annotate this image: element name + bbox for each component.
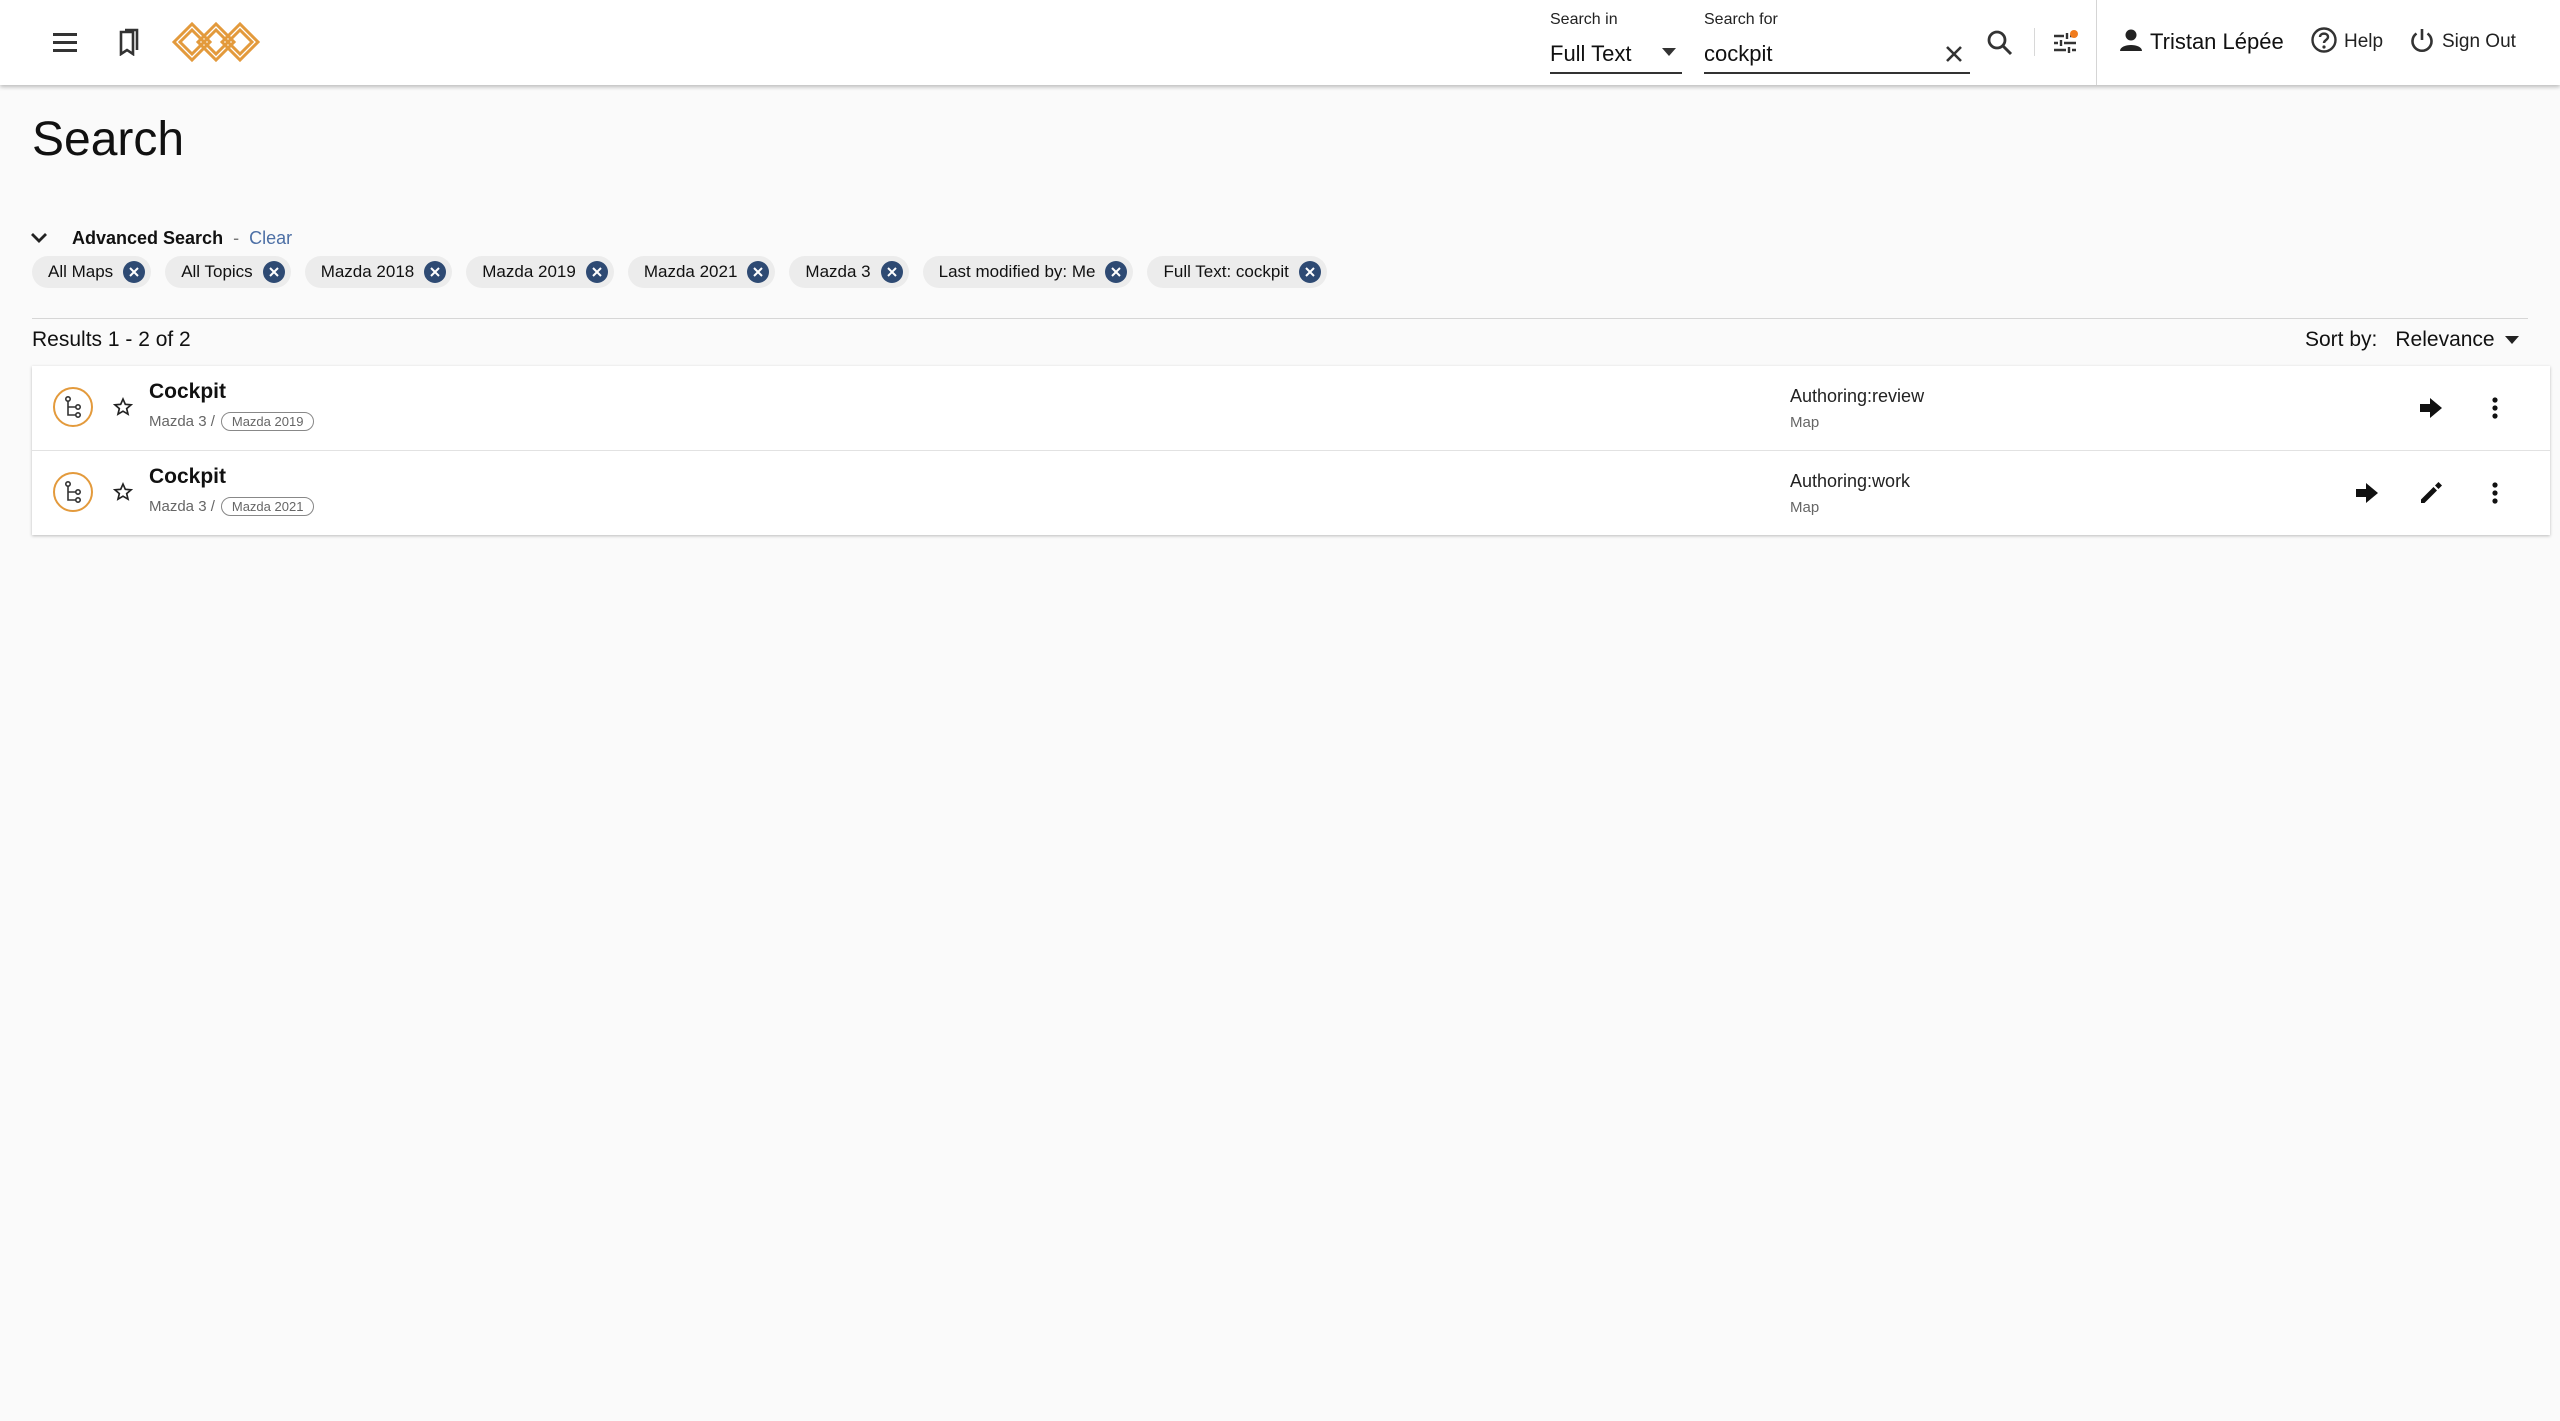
toolbar-divider	[2096, 0, 2097, 85]
filter-chip: Last modified by: Me	[922, 256, 1134, 288]
notification-dot	[2070, 30, 2078, 38]
result-path-text: Mazda 3 /	[149, 413, 215, 430]
star-outline-icon[interactable]	[110, 394, 136, 420]
help-button[interactable]: Help	[2310, 22, 2383, 62]
filter-chip: All Maps	[32, 256, 152, 288]
result-path-text: Mazda 3 /	[149, 498, 215, 515]
menu-icon[interactable]	[46, 23, 84, 61]
chip-label: Mazda 3	[805, 262, 871, 281]
result-tag: Mazda 2019	[220, 412, 315, 431]
top-app-bar: Search in Full Text Search for cockpit T…	[0, 0, 2560, 85]
result-path: Mazda 3 / Mazda 2019	[149, 412, 315, 431]
search-field	[1704, 36, 1970, 74]
filter-settings-icon[interactable]	[2046, 24, 2084, 62]
filter-chip: Mazda 2018	[304, 256, 453, 288]
advanced-search-title[interactable]: Advanced Search	[72, 228, 223, 249]
person-icon	[2118, 27, 2144, 58]
arrow-right-icon[interactable]	[2347, 473, 2387, 513]
map-tree-icon	[53, 387, 93, 427]
result-row[interactable]: Cockpit Mazda 3 / Mazda 2019 Authoring:r…	[32, 366, 2550, 451]
separator: -	[233, 227, 240, 248]
chip-label: All Maps	[48, 262, 114, 281]
help-circle-icon	[2310, 26, 2338, 59]
power-icon	[2408, 26, 2436, 59]
more-vertical-icon[interactable]	[2475, 388, 2515, 428]
clear-icon[interactable]	[1942, 42, 1966, 66]
chip-label: Last modified by: Me	[938, 262, 1096, 281]
help-label: Help	[2344, 31, 2384, 52]
user-menu-button[interactable]: Tristan Lépée	[2118, 22, 2284, 62]
result-status: Authoring:review	[1790, 386, 1925, 406]
user-name: Tristan Lépée	[2150, 29, 2284, 54]
sign-out-button[interactable]: Sign Out	[2408, 22, 2516, 62]
remove-chip-icon[interactable]	[747, 261, 770, 283]
bookmarks-icon[interactable]	[110, 23, 148, 61]
sort-control: Sort by: Relevance	[2305, 328, 2519, 352]
chip-label: Full Text: cockpit	[1163, 262, 1289, 281]
sort-select[interactable]: Relevance	[2395, 328, 2519, 352]
remove-chip-icon[interactable]	[1298, 261, 1321, 283]
result-path: Mazda 3 / Mazda 2021	[149, 497, 315, 516]
logo[interactable]	[170, 18, 266, 66]
filter-chips: All Maps All Topics Mazda 2018 Mazda 201…	[32, 256, 1327, 288]
arrow-right-icon[interactable]	[2411, 388, 2451, 428]
chip-label: Mazda 2021	[643, 262, 738, 281]
remove-chip-icon[interactable]	[1105, 261, 1128, 283]
search-icon[interactable]	[1981, 24, 2019, 62]
search-in-select[interactable]: Full Text	[1550, 36, 1682, 74]
filter-chip: Mazda 2019	[466, 256, 614, 288]
search-in-label: Search in	[1550, 11, 1618, 28]
toolbar-divider	[2034, 28, 2035, 56]
clear-filters-link[interactable]: Clear	[249, 228, 292, 249]
filter-chip: Mazda 3	[789, 256, 909, 288]
result-type: Map	[1790, 414, 1820, 431]
chip-label: Mazda 2018	[320, 262, 415, 281]
chevron-down-icon	[2504, 336, 2519, 344]
page-title: Search	[32, 113, 185, 166]
chevron-down-icon	[1662, 48, 1676, 56]
search-in-value: Full Text	[1550, 41, 1632, 66]
result-row[interactable]: Cockpit Mazda 3 / Mazda 2021 Authoring:w…	[32, 451, 2550, 535]
result-title[interactable]: Cockpit	[149, 380, 226, 404]
remove-chip-icon[interactable]	[262, 261, 285, 283]
remove-chip-icon[interactable]	[880, 261, 903, 283]
sign-out-label: Sign Out	[2442, 31, 2516, 52]
remove-chip-icon[interactable]	[424, 261, 447, 283]
map-tree-icon	[53, 472, 93, 512]
sort-label: Sort by:	[2305, 328, 2378, 351]
search-input[interactable]	[1704, 41, 1934, 67]
chevron-down-icon[interactable]	[28, 227, 50, 249]
result-type: Map	[1790, 499, 1820, 516]
pencil-icon[interactable]	[2411, 473, 2451, 513]
results-summary: Results 1 - 2 of 2	[32, 328, 191, 351]
star-outline-icon[interactable]	[110, 479, 136, 505]
sort-value: Relevance	[2395, 328, 2495, 351]
remove-chip-icon[interactable]	[123, 261, 146, 283]
remove-chip-icon[interactable]	[585, 261, 608, 283]
result-status: Authoring:work	[1790, 471, 1911, 491]
filter-chip: All Topics	[165, 256, 291, 288]
search-for-label: Search for	[1704, 11, 1778, 28]
chip-label: Mazda 2019	[482, 262, 576, 281]
divider	[32, 318, 2528, 319]
results-list: Cockpit Mazda 3 / Mazda 2019 Authoring:r…	[32, 366, 2550, 535]
app-window: Search in Full Text Search for cockpit T…	[0, 0, 2560, 1421]
advanced-search-header: Advanced Search - Clear	[28, 224, 292, 252]
chip-label: All Topics	[181, 262, 253, 281]
filter-chip: Full Text: cockpit	[1147, 256, 1327, 288]
result-title[interactable]: Cockpit	[149, 465, 226, 489]
result-tag: Mazda 2021	[220, 497, 315, 516]
filter-chip: Mazda 2021	[627, 256, 776, 288]
more-vertical-icon[interactable]	[2475, 473, 2515, 513]
